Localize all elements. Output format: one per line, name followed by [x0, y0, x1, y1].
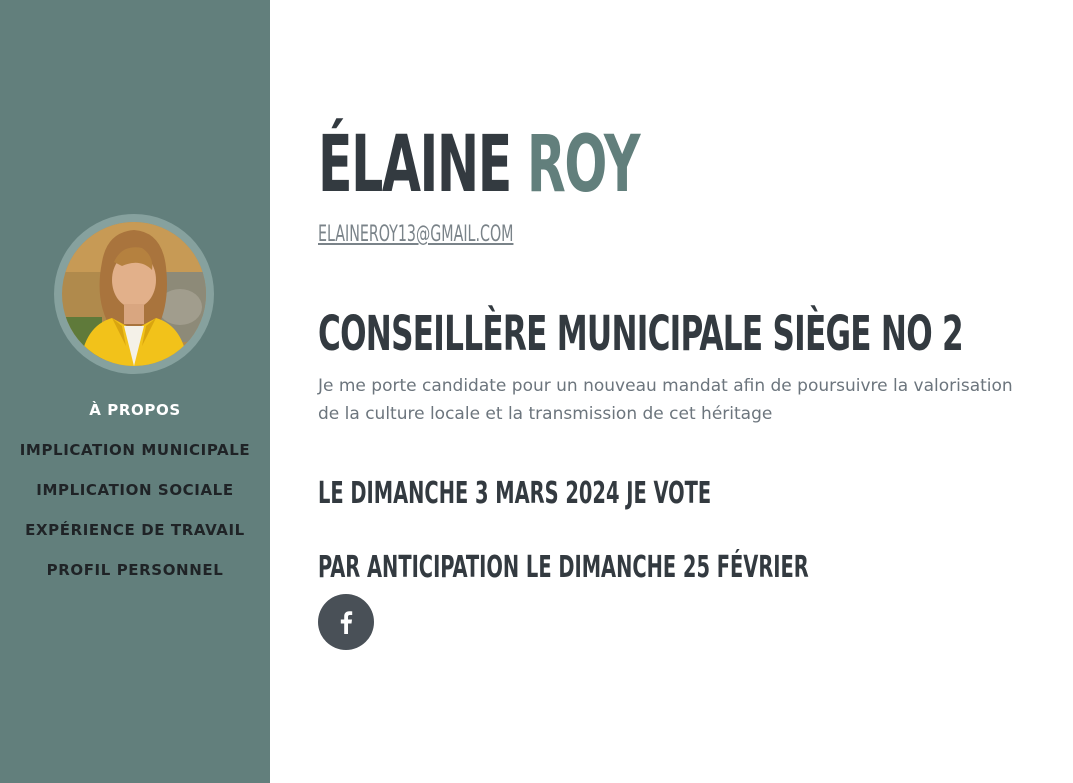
vote-date-heading: LE DIMANCHE 3 MARS 2024 JE VOTE: [318, 476, 712, 511]
avatar[interactable]: [62, 222, 206, 366]
page-title: ÉLAINE ROY: [318, 120, 641, 210]
advance-vote-heading: PAR ANTICIPATION LE DIMANCHE 25 FÉVRIER: [318, 550, 809, 585]
nav-item-a-propos: À PROPOS: [0, 396, 270, 436]
avatar-ring: [54, 214, 214, 374]
role-heading: CONSEILLÈRE MUNICIPALE SIÈGE NO 2: [318, 306, 964, 362]
nav-item-experience-de-travail: EXPÉRIENCE DE TRAVAIL: [0, 516, 270, 556]
nav-link-implication-sociale[interactable]: IMPLICATION SOCIALE: [36, 481, 233, 499]
email-link[interactable]: ELAINEROY13@GMAIL.COM: [318, 222, 513, 248]
description-text: Je me porte candidate pour un nouveau ma…: [318, 376, 1013, 424]
page: À PROPOS IMPLICATION MUNICIPALE IMPLICAT…: [0, 0, 1073, 783]
avatar-photo: [62, 222, 206, 366]
first-name: ÉLAINE: [318, 120, 512, 210]
nav-item-implication-municipale: IMPLICATION MUNICIPALE: [0, 436, 270, 476]
nav-link-profil-personnel[interactable]: PROFIL PERSONNEL: [47, 561, 224, 579]
facebook-button[interactable]: [318, 594, 374, 650]
nav-link-experience-de-travail[interactable]: EXPÉRIENCE DE TRAVAIL: [25, 521, 245, 539]
nav-link-implication-municipale[interactable]: IMPLICATION MUNICIPALE: [20, 441, 251, 459]
sidebar: À PROPOS IMPLICATION MUNICIPALE IMPLICAT…: [0, 0, 270, 783]
nav-item-implication-sociale: IMPLICATION SOCIALE: [0, 476, 270, 516]
nav-link-a-propos[interactable]: À PROPOS: [89, 401, 180, 419]
facebook-icon: [340, 611, 353, 634]
last-name: ROY: [526, 120, 641, 210]
nav-item-profil-personnel: PROFIL PERSONNEL: [0, 556, 270, 596]
sidebar-nav: À PROPOS IMPLICATION MUNICIPALE IMPLICAT…: [0, 396, 270, 596]
